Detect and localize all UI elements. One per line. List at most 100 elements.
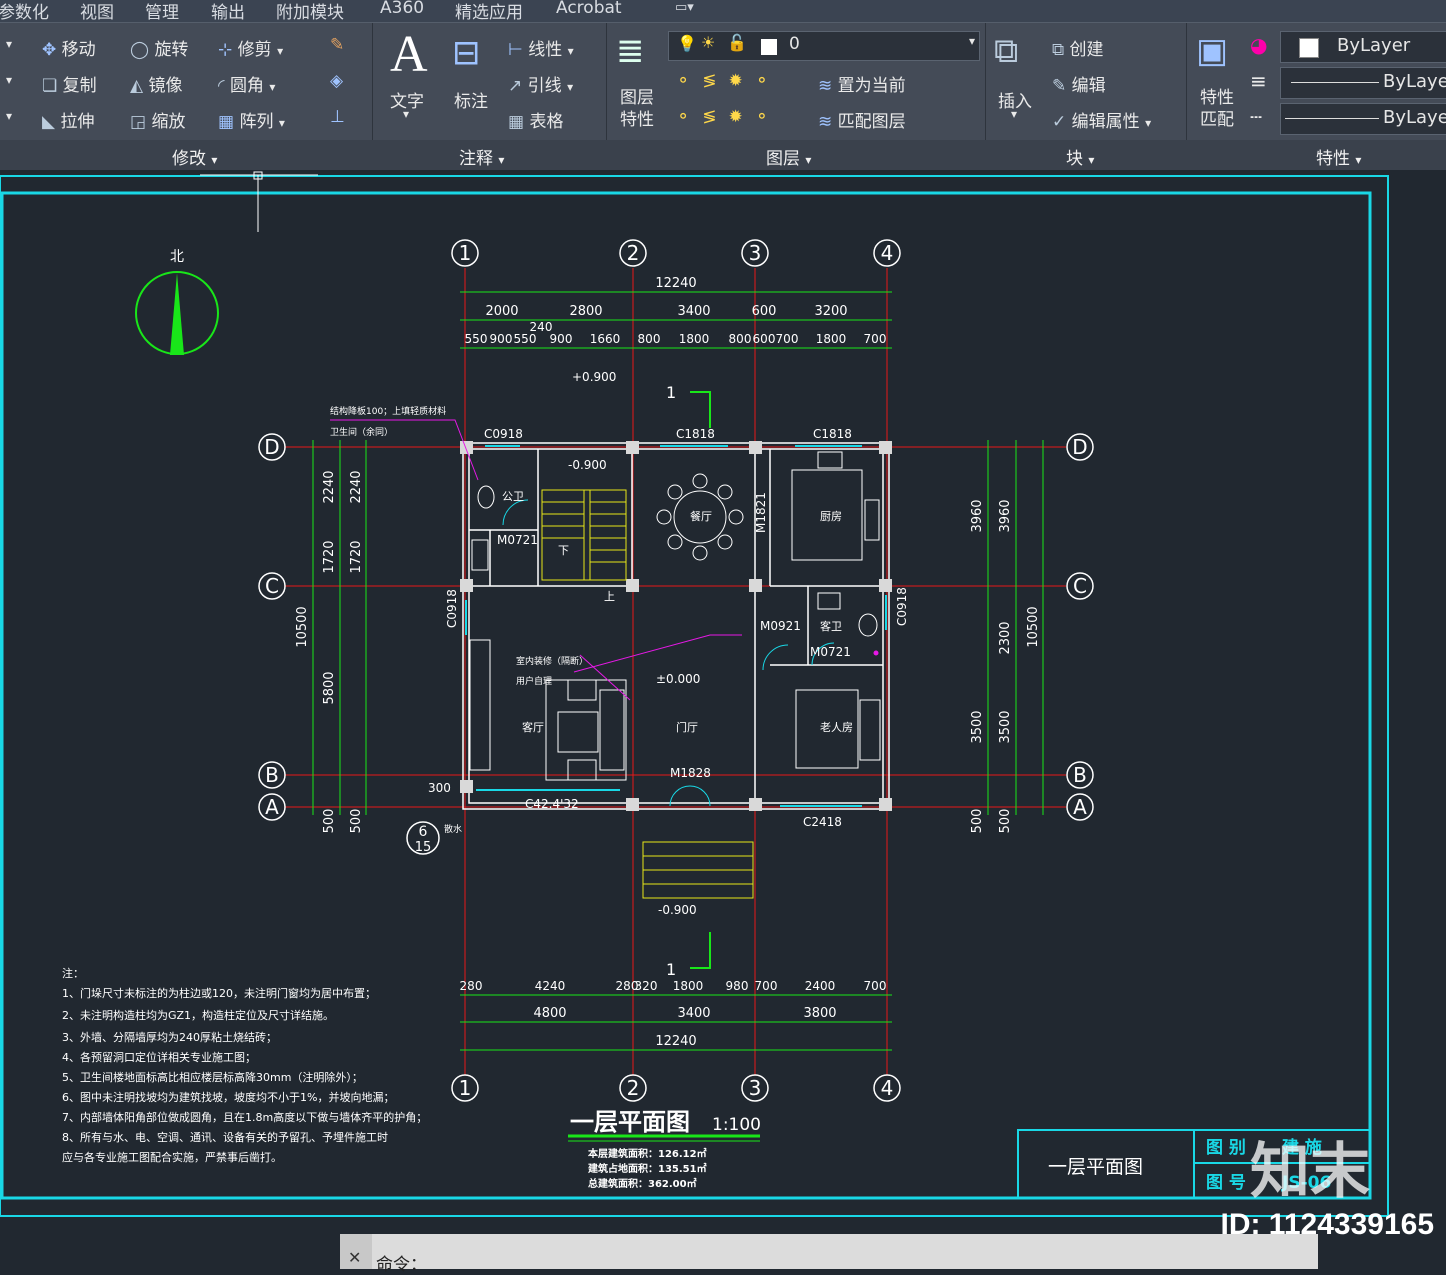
properties-group-label[interactable]: 特性 ▾ — [1316, 144, 1361, 169]
mirror-button[interactable]: ◭ 镜像 — [130, 71, 182, 96]
copy-button[interactable]: ❏ 复制 — [42, 71, 97, 96]
floor-plan-svg: 北 1 2 3 4 1 2 3 4 D C B A D C B A 6 15 1… — [0, 171, 1389, 1217]
dim-top-fine: 550 — [514, 332, 537, 346]
color-wheel-icon[interactable]: ◕ — [1250, 33, 1267, 57]
chevron-down-icon[interactable]: ▾ — [403, 107, 409, 121]
trim-button[interactable]: ⊹ 修剪 ▾ — [218, 35, 283, 60]
layer-tools-row2[interactable]: ⚬≶✹⚬ — [676, 107, 781, 127]
window-label: C1818 — [813, 427, 852, 441]
stretch-button[interactable]: ◣ 拉伸 — [42, 107, 94, 132]
layer-tools-row1[interactable]: ⚬≶✹⚬ — [676, 71, 781, 91]
room-public-wc: 公卫 — [502, 490, 524, 503]
offset-icon[interactable]: ⊥ — [330, 107, 345, 127]
dim-bottom-fine: 4240 — [535, 979, 566, 993]
layer-dropdown[interactable]: 💡 ☀ 🔓 0 ▾ — [668, 31, 980, 61]
chevron-down-icon[interactable]: ▾ — [6, 37, 12, 51]
menu-output[interactable]: 输出 — [211, 0, 245, 23]
bulb-icon: 💡 — [677, 34, 697, 53]
grid-label-bottom-3: 3 — [749, 1076, 762, 1100]
edit-block-label: 编辑 — [1071, 76, 1106, 96]
set-current-label: 置为当前 — [837, 76, 906, 96]
layer-properties-button[interactable]: 图层 特性 — [620, 87, 654, 131]
close-icon[interactable]: ✕ — [348, 1248, 361, 1267]
annotation-group-label[interactable]: 注释 ▾ — [459, 144, 504, 169]
dim-top-fine: 600 — [753, 332, 776, 346]
text-icon[interactable]: A — [390, 25, 428, 84]
dim-bottom-fine: 280 — [460, 979, 483, 993]
linetype-dropdown[interactable]: ByLayer — [1280, 103, 1446, 135]
menu-addons[interactable]: 附加模块 — [276, 0, 344, 23]
move-button[interactable]: ✥ 移动 — [42, 35, 96, 60]
copy-label: 复制 — [62, 76, 97, 96]
set-current-icon: ≋ — [818, 76, 833, 96]
menu-parametric[interactable]: 参数化 — [0, 0, 49, 23]
elevation-label: -0.900 — [658, 903, 697, 917]
block-group-label[interactable]: 块 ▾ — [1066, 144, 1094, 169]
area-line: 本层建筑面积：126.12㎡ — [588, 1147, 707, 1160]
dim-top-fine: 1660 — [590, 332, 621, 346]
grid-label-right-a: A — [1073, 795, 1087, 819]
note-line: 8、所有与水、电、空调、通讯、设备有关的予留孔、予埋件施工时 — [62, 1130, 388, 1144]
insert-block-icon[interactable]: ⧉ — [994, 31, 1018, 71]
note-line: 5、卫生间楼地面标高比相应楼层标高降30mm（注明除外）； — [62, 1070, 363, 1084]
table-button[interactable]: ▦ 表格 — [508, 107, 563, 132]
leader-button[interactable]: ↗ 引线 ▾ — [508, 71, 573, 96]
drawing-canvas[interactable]: 北 1 2 3 4 1 2 3 4 D C B A D C B A 6 15 1… — [0, 170, 1446, 1218]
create-block-button[interactable]: ⧉ 创建 — [1052, 35, 1104, 60]
current-layer-name: 0 — [789, 34, 800, 54]
chevron-down-icon[interactable]: ▾ — [6, 109, 12, 123]
detail-number: 6 — [419, 824, 428, 840]
menu-a360[interactable]: A360 — [380, 0, 424, 18]
rotate-button[interactable]: ◯ 旋转 — [130, 35, 188, 60]
dimension-button-label[interactable]: 标注 — [454, 87, 488, 112]
explode-icon[interactable]: ◈ — [330, 71, 343, 91]
lineweight-dropdown[interactable]: ByLayer — [1280, 67, 1446, 99]
line-sample — [1285, 118, 1379, 119]
match-properties-icon[interactable]: ▣ — [1196, 31, 1228, 71]
chevron-down-icon: ▾ — [269, 80, 276, 94]
fillet-button[interactable]: ◜ 圆角 ▾ — [218, 71, 275, 96]
dimension-icon[interactable]: ⊟ — [452, 33, 481, 73]
color-dropdown[interactable]: ByLayer — [1280, 31, 1446, 63]
edit-block-button[interactable]: ✎ 编辑 — [1052, 71, 1106, 96]
dim-left: 1720 — [349, 540, 364, 573]
chevron-down-icon[interactable]: ▾ — [1011, 107, 1017, 121]
chevron-down-icon: ▾ — [498, 153, 505, 167]
stretch-icon: ◣ — [42, 112, 56, 132]
menu-manage[interactable]: 管理 — [145, 0, 179, 23]
window-label: C42.4'32 — [525, 797, 579, 811]
rotate-icon: ◯ — [130, 40, 150, 60]
chevron-down-icon[interactable]: ▾ — [6, 73, 12, 87]
dim-bottom-fine: 1800 — [673, 979, 704, 993]
linear-button[interactable]: ⊢ 线性 ▾ — [508, 35, 574, 60]
door-label: M1828 — [670, 766, 711, 780]
layer-properties-icon[interactable]: ≣ — [616, 31, 645, 71]
dim-left: 2240 — [322, 470, 337, 503]
table-label: 表格 — [529, 112, 564, 132]
modify-group-label[interactable]: 修改 ▾ — [172, 144, 217, 169]
set-current-button[interactable]: ≋ 置为当前 — [818, 71, 906, 96]
match-layer-button[interactable]: ≋ 匹配图层 — [818, 107, 906, 132]
match-layer-icon: ≋ — [818, 112, 833, 132]
layer-group-label[interactable]: 图层 ▾ — [766, 144, 811, 169]
dim-bottom-fine: 980 — [726, 979, 749, 993]
array-button[interactable]: ▦ 阵列 ▾ — [218, 107, 285, 132]
menu-acrobat[interactable]: Acrobat — [556, 0, 622, 18]
door-label: M0721 — [497, 533, 538, 547]
match-properties-button[interactable]: 特性 匹配 — [1200, 87, 1234, 131]
menu-view[interactable]: 视图 — [80, 0, 114, 23]
linetype-icon[interactable]: ┄ — [1250, 105, 1262, 129]
scale-button[interactable]: ◲ 缩放 — [130, 107, 185, 132]
dim-bottom-mid: 3400 — [677, 1006, 710, 1021]
lineweight-icon[interactable]: ≡ — [1250, 69, 1267, 93]
dim-top-fine: 700 — [776, 332, 799, 346]
dim-top-fine: 900 — [550, 332, 573, 346]
note-line: 7、内部墙体阳角部位做成圆角，且在1.8m高度以下做与墙体齐平的护角； — [62, 1110, 427, 1124]
dim-right: 3500 — [998, 710, 1013, 743]
edit-attributes-button[interactable]: ✓ 编辑属性 ▾ — [1052, 107, 1151, 132]
command-line[interactable]: ✕ — [340, 1234, 1318, 1269]
menu-featured[interactable]: 精选应用 — [455, 0, 523, 23]
erase-icon[interactable]: ✎ — [330, 35, 344, 55]
menu-more-icon[interactable]: ▭▾ — [675, 0, 694, 15]
dim-right: 2300 — [998, 621, 1013, 654]
